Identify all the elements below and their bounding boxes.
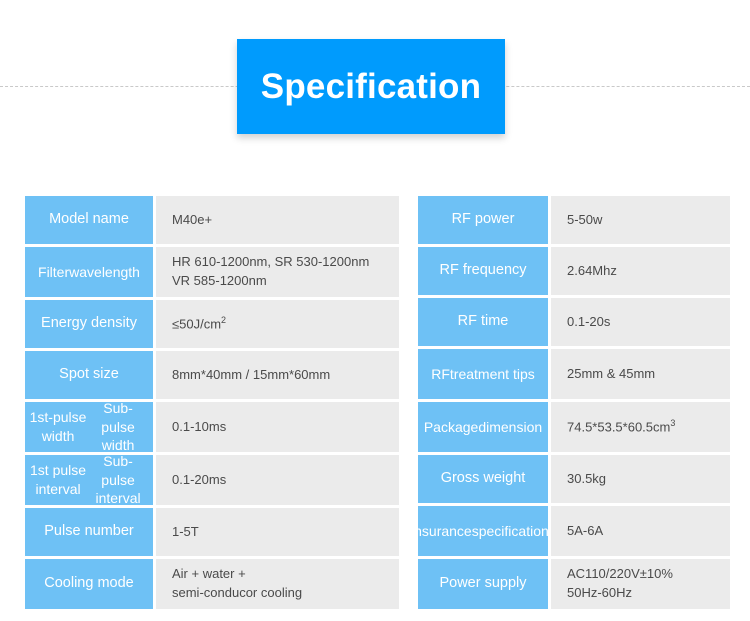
spec-label-cell: Package dimension [418,402,548,452]
table-row: Power supply AC110/220V±10% 50Hz-60Hz [418,559,730,609]
specification-table-right: RF power 5-50w RF frequency 2.64Mhz RF time 0… [410,196,730,609]
spec-value-line: 1-5T [172,523,199,539]
spec-label-cell: Power supply [418,559,548,609]
spec-label-cell: 1st pulse interval Sub-pulse interval [25,453,153,506]
spec-value-cell: 0.1-20ms [156,455,399,505]
spec-label-cell: Gross weight [418,455,548,503]
table-row: 1st pulse interval Sub-pulse interval 0.1-… [25,453,399,506]
spec-value-line: 30.5kg [567,470,607,486]
spec-value-line: M40e+ [172,211,213,227]
table-row: Insurance specifications 5A-6A [410,506,730,556]
spec-value-line: HR 610-1200nm, SR 530-1200nm [172,254,370,270]
spec-value-cell: HR 610-1200nm, SR 530-1200nm VR 585-1200n… [156,247,399,297]
table-row: Spot size 8mm*40mm / 15mm*60mm [25,351,399,399]
spec-label-cell: RF treatment tips [418,349,548,399]
spec-value-cell: 0.1-10ms [156,402,399,452]
spec-value-cell: 2.64Mhz [551,247,730,295]
table-row: RF time 0.1-20s [418,298,730,346]
table-row: 1st-pulse width Sub-pulse width 0.1-10ms [25,400,399,453]
spec-label-cell: RF time [418,298,548,346]
spec-label-cell: Insurance specifications [410,506,556,556]
spec-label-cell: 1st-pulse width Sub-pulse width [25,400,153,453]
spec-value-line: 74.5*53.5*60.5cm3 [567,417,676,435]
table-row: Gross weight 30.5kg [418,455,730,503]
spec-label-cell: Model name [25,196,153,244]
spec-label-cell: Energy density [25,300,153,348]
spec-value-line: semi-conducor cooling [172,585,303,600]
spec-value-cell: 25mm & 45mm [551,349,730,399]
spec-value-line: 8mm*40mm / 15mm*60mm [172,366,331,382]
spec-value-cell: M40e+ [156,196,399,244]
table-row: Cooling mode Air + water + semi-conducor c… [25,559,399,609]
spec-value-cell: 5-50w [551,196,730,244]
spec-value-line: 0.1-10ms [172,418,227,434]
specification-table-left: Model name M40e+ Filter wavelength HR 610-12… [25,196,399,609]
spec-value-line: 25mm & 45mm [567,365,656,381]
table-row: Filter wavelength HR 610-1200nm, SR 530-12… [25,247,399,297]
table-row: RF treatment tips 25mm & 45mm [418,349,730,399]
spec-label-cell: Filter wavelength [25,247,153,297]
spec-value-line: 2.64Mhz [567,262,617,278]
spec-label-cell: RF power [418,196,548,244]
spec-value-cell: AC110/220V±10% 50Hz-60Hz [551,559,730,609]
spec-value-cell: 30.5kg [551,455,730,503]
spec-value-cell: 0.1-20s [551,298,730,346]
spec-value-cell: Air + water + semi-conducor cooling [156,559,399,609]
spec-label-cell: Cooling mode [25,559,153,609]
spec-label-cell: RF frequency [418,247,548,295]
table-row: Pulse number 1-5T [25,508,399,556]
page-title: Specification [260,67,482,106]
spec-value-cell: 8mm*40mm / 15mm*60mm [156,351,399,399]
spec-value-line: 5-50w [567,211,603,227]
spec-value-line: VR 585-1200nm [172,273,267,288]
spec-label-cell: Spot size [25,351,153,399]
spec-value-line: 5A-6A [567,522,604,538]
spec-value-cell: 1-5T [156,508,399,556]
spec-value-cell: ≤50J/cm2 [156,300,399,348]
spec-value-line: 0.1-20ms [172,471,227,487]
table-row: RF frequency 2.64Mhz [418,247,730,295]
spec-value-line: AC110/220V±10% [567,566,673,582]
spec-value-line: 50Hz-60Hz [567,585,633,600]
specification-title-box: Specification [237,39,505,134]
spec-label-cell: Pulse number [25,508,153,556]
table-row: Model name M40e+ [25,196,399,244]
header-band: Specification [0,0,750,190]
table-row: Energy density ≤50J/cm2 [25,300,399,348]
spec-value-line: Air + water + [172,566,246,582]
table-row: RF power 5-50w [418,196,730,244]
table-row: Package dimension 74.5*53.5*60.5cm3 [418,402,730,452]
spec-value-cell: 74.5*53.5*60.5cm3 [551,402,730,452]
spec-value-line: ≤50J/cm2 [172,314,227,332]
spec-value-line: 0.1-20s [567,313,611,329]
spec-value-cell: 5A-6A [551,506,730,556]
